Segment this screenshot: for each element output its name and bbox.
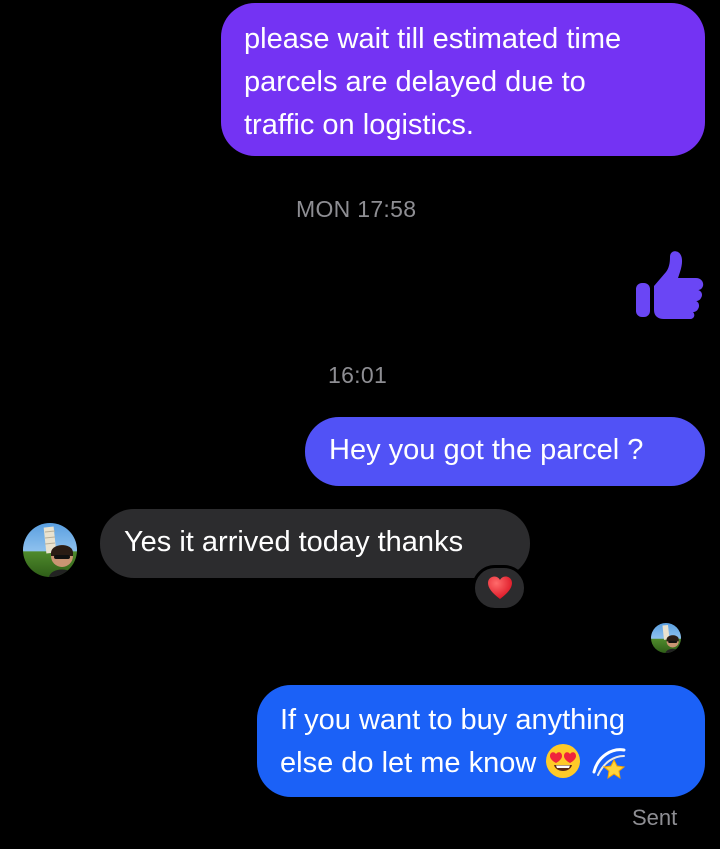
- heart-icon: [487, 576, 512, 599]
- message-text: else do let me know: [280, 747, 537, 779]
- outgoing-message-bubble[interactable]: If you want to buy anything else do let …: [257, 685, 705, 797]
- thumbs-up-icon[interactable]: [634, 250, 704, 320]
- message-text-line: traffic on logistics.: [244, 109, 474, 141]
- reaction-badge[interactable]: [472, 565, 527, 611]
- timestamp: 16:01: [328, 362, 388, 388]
- message-text: Yes it arrived today thanks: [124, 526, 464, 558]
- heart-eyes-emoji: [544, 742, 582, 780]
- outgoing-message-bubble[interactable]: Hey you got the parcel ?: [305, 417, 705, 486]
- message-text-line: If you want to buy anything: [280, 704, 625, 736]
- timestamp: MON 17:58: [296, 196, 417, 222]
- message-text-line: else do let me know: [280, 742, 705, 785]
- dizzy-star-emoji: [590, 742, 628, 780]
- message-text-line: parcels are delayed due to: [244, 66, 586, 98]
- delivery-status: Sent: [632, 805, 678, 830]
- message-text-line: please wait till estimated time: [244, 23, 622, 55]
- contact-avatar[interactable]: [23, 523, 77, 577]
- seen-avatar: [651, 623, 681, 653]
- message-text: Hey you got the parcel ?: [329, 434, 644, 466]
- outgoing-message-bubble[interactable]: please wait till estimated time parcels …: [221, 3, 705, 156]
- incoming-message-bubble[interactable]: Yes it arrived today thanks: [100, 509, 530, 578]
